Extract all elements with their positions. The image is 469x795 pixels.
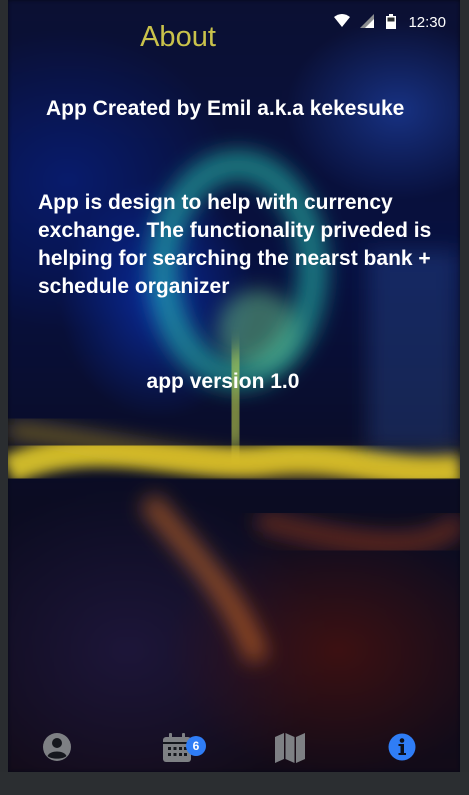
creator-text: App Created by Emil a.k.a kekesuke: [46, 97, 405, 120]
signal-icon: [360, 14, 374, 33]
device-frame: 12:30 About App Created by Emil a.k.a ke…: [0, 0, 469, 795]
app-screen: 12:30 About App Created by Emil a.k.a ke…: [8, 0, 460, 772]
info-icon: [387, 733, 417, 766]
calendar-icon: [161, 733, 193, 768]
nav-map[interactable]: [274, 732, 318, 772]
app-description: App is design to help with currency exch…: [38, 191, 432, 298]
nav-about[interactable]: [387, 732, 431, 772]
map-icon: [274, 733, 306, 768]
nav-profile[interactable]: [42, 732, 86, 772]
bottom-navigation: [8, 722, 460, 772]
battery-icon: [386, 14, 396, 34]
device-bottom-bezel: [0, 772, 469, 795]
status-time: 12:30: [408, 14, 446, 31]
page-title: About: [140, 21, 216, 53]
calendar-badge: 6: [186, 736, 206, 756]
account-icon: [42, 733, 72, 766]
app-version: app version 1.0: [146, 370, 300, 393]
